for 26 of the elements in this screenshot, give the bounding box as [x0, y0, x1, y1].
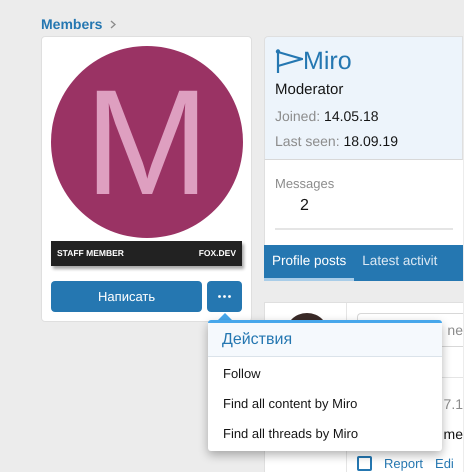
banner-label: STAFF MEMBER — [57, 247, 124, 260]
user-title: Moderator — [275, 80, 344, 100]
menu-item[interactable]: Follow — [208, 359, 442, 389]
fact-line: Last seen: 18.09.19 — [275, 132, 399, 150]
stat-value: 2 — [299, 196, 310, 216]
text-fragment: 7.1 — [444, 395, 463, 414]
avatar: M — [51, 46, 243, 238]
fact-line: Joined: 14.05.18 — [275, 106, 380, 126]
more-button[interactable] — [207, 281, 242, 312]
stat-label: Messages — [275, 175, 336, 193]
more-icon — [218, 295, 232, 298]
menu-item[interactable]: Find all content by Miro — [208, 389, 442, 419]
menu-item[interactable]: Find all threads by Miro — [208, 419, 442, 449]
tab[interactable]: Latest activit — [354, 245, 446, 281]
banner-label: FOX.DEV — [198, 247, 236, 260]
user-name: Miro — [303, 46, 352, 77]
chevron-icon — [110, 20, 116, 28]
message-button[interactable]: Написать — [51, 281, 202, 312]
flag-icon — [275, 49, 303, 73]
checkbox[interactable] — [357, 456, 372, 472]
breadcrumb-link[interactable]: Members — [41, 14, 102, 34]
text-fragment: me — [444, 425, 463, 444]
action-link[interactable]: Report — [384, 454, 424, 472]
tab[interactable]: Profile posts — [264, 245, 354, 281]
action-link[interactable]: Edi — [435, 454, 454, 472]
menu-title: Действия — [208, 323, 442, 357]
